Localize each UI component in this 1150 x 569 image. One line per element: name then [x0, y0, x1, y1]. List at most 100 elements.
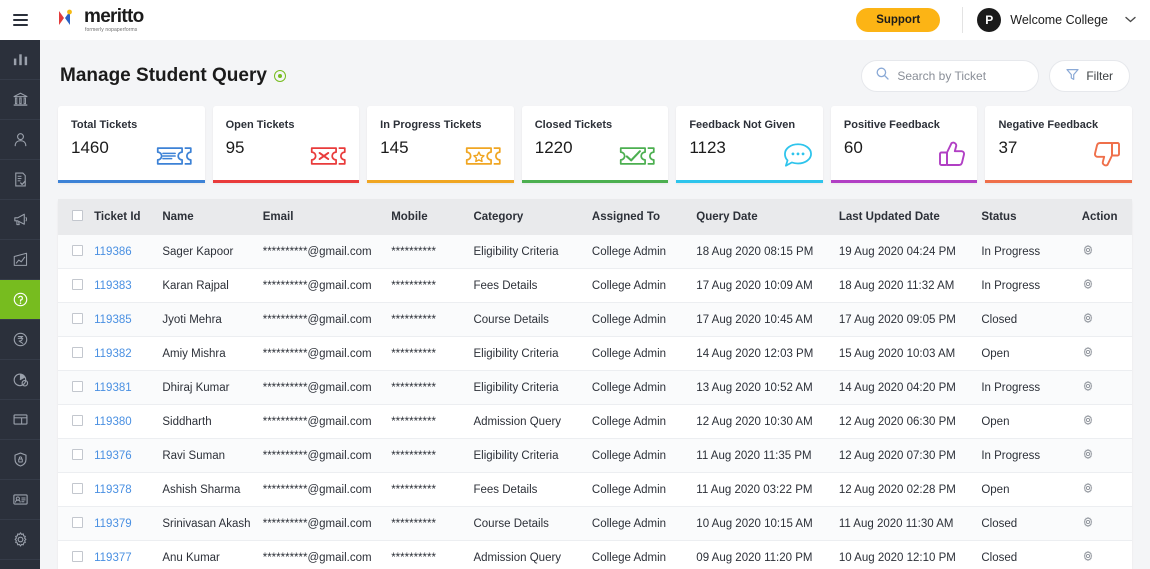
row-settings-gear-icon[interactable] [1082, 346, 1094, 361]
sidebar-item-analytics[interactable] [0, 240, 40, 280]
column-query-date[interactable]: Query Date [690, 199, 833, 235]
row-checkbox[interactable] [72, 279, 83, 290]
row-select-cell [58, 303, 88, 337]
table-row[interactable]: 119378Ashish Sharma**********@gmail.com*… [58, 473, 1132, 507]
cell-name: Jyoti Mehra [156, 303, 256, 337]
sidebar-item-applications[interactable] [0, 160, 40, 200]
stat-card-label: Positive Feedback [844, 119, 966, 131]
info-circle-icon[interactable] [274, 70, 286, 82]
row-settings-gear-icon[interactable] [1082, 516, 1094, 531]
stat-card[interactable]: Open Tickets95 [213, 106, 360, 183]
ticket-check-icon [619, 143, 659, 174]
row-settings-gear-icon[interactable] [1082, 380, 1094, 395]
cell-last-updated: 19 Aug 2020 04:24 PM [833, 235, 976, 269]
ticket-id-link[interactable]: 119378 [94, 484, 132, 496]
cell-email: **********@gmail.com [257, 337, 385, 371]
ticket-id-link[interactable]: 119381 [94, 382, 132, 394]
column-ticket-id[interactable]: Ticket Id [88, 199, 156, 235]
person-icon [12, 131, 29, 148]
stat-card[interactable]: Positive Feedback60 [831, 106, 978, 183]
ticket-id-link[interactable]: 119379 [94, 518, 132, 530]
row-checkbox[interactable] [72, 517, 83, 528]
sidebar-item-finance[interactable] [0, 320, 40, 360]
column-assigned-to[interactable]: Assigned To [586, 199, 690, 235]
sidebar-item-settings[interactable] [0, 520, 40, 560]
row-checkbox[interactable] [72, 381, 83, 392]
select-all-checkbox[interactable] [72, 210, 83, 221]
table-row[interactable]: 119385Jyoti Mehra**********@gmail.com***… [58, 303, 1132, 337]
cell-email: **********@gmail.com [257, 439, 385, 473]
row-checkbox[interactable] [72, 449, 83, 460]
meritto-logo[interactable]: meritto formerly nopaperforms [58, 7, 144, 33]
ticket-id-link[interactable]: 119383 [94, 280, 132, 292]
id-card-icon [12, 491, 29, 508]
rupee-circle-icon [12, 331, 29, 348]
ticket-id-link[interactable]: 119377 [94, 552, 132, 564]
stat-card[interactable]: Feedback Not Given1123 [676, 106, 823, 183]
cell-ticket-id: 119385 [88, 303, 156, 337]
row-checkbox[interactable] [72, 483, 83, 494]
row-settings-gear-icon[interactable] [1082, 414, 1094, 429]
ticket-id-link[interactable]: 119382 [94, 348, 132, 360]
cell-last-updated: 11 Aug 2020 11:30 AM [833, 507, 976, 541]
table-row[interactable]: 119377Anu Kumar**********@gmail.com*****… [58, 541, 1132, 569]
cell-action [1076, 541, 1132, 569]
ticket-list-icon [156, 143, 196, 174]
row-settings-gear-icon[interactable] [1082, 448, 1094, 463]
table-row[interactable]: 119379Srinivasan Akash**********@gmail.c… [58, 507, 1132, 541]
sidebar-item-queries[interactable] [0, 280, 40, 320]
table-row[interactable]: 119380Siddharth**********@gmail.com*****… [58, 405, 1132, 439]
stat-card[interactable]: Closed Tickets1220 [522, 106, 669, 183]
page-title: Manage Student Query [60, 65, 267, 87]
sidebar-item-reports[interactable] [0, 360, 40, 400]
search-input[interactable] [897, 69, 1024, 83]
row-checkbox[interactable] [72, 347, 83, 358]
row-checkbox[interactable] [72, 551, 83, 562]
ticket-id-link[interactable]: 119376 [94, 450, 132, 462]
column-category[interactable]: Category [467, 199, 585, 235]
cell-mobile: ********** [385, 507, 467, 541]
stat-card[interactable]: Total Tickets1460 [58, 106, 205, 183]
user-menu[interactable]: P Welcome College [977, 8, 1136, 32]
row-settings-gear-icon[interactable] [1082, 244, 1094, 259]
cell-ticket-id: 119383 [88, 269, 156, 303]
sidebar-item-forms[interactable] [0, 400, 40, 440]
sidebar-item-profiles[interactable] [0, 480, 40, 520]
hamburger-icon[interactable] [13, 14, 28, 26]
support-button[interactable]: Support [856, 8, 940, 32]
chevron-down-icon[interactable] [1125, 14, 1136, 26]
row-settings-gear-icon[interactable] [1082, 482, 1094, 497]
filter-button[interactable]: Filter [1049, 60, 1130, 92]
queries-table: Ticket Id Name Email Mobile Category Ass… [58, 199, 1132, 569]
row-checkbox[interactable] [72, 415, 83, 426]
table-row[interactable]: 119386Sager Kapoor**********@gmail.com**… [58, 235, 1132, 269]
table-row[interactable]: 119383Karan Rajpal**********@gmail.com**… [58, 269, 1132, 303]
search-box[interactable] [861, 60, 1039, 92]
column-status[interactable]: Status [975, 199, 1075, 235]
row-checkbox[interactable] [72, 313, 83, 324]
column-mobile[interactable]: Mobile [385, 199, 467, 235]
column-email[interactable]: Email [257, 199, 385, 235]
sidebar-item-dashboard[interactable] [0, 40, 40, 80]
stat-card[interactable]: In Progress Tickets145 [367, 106, 514, 183]
table-row[interactable]: 119381Dhiraj Kumar**********@gmail.com**… [58, 371, 1132, 405]
ticket-id-link[interactable]: 119380 [94, 416, 132, 428]
row-settings-gear-icon[interactable] [1082, 278, 1094, 293]
column-name[interactable]: Name [156, 199, 256, 235]
ticket-id-link[interactable]: 119386 [94, 246, 132, 258]
cell-action [1076, 473, 1132, 507]
sidebar-item-campaigns[interactable] [0, 200, 40, 240]
sidebar-item-students[interactable] [0, 120, 40, 160]
table-row[interactable]: 119382Amiy Mishra**********@gmail.com***… [58, 337, 1132, 371]
column-last-updated[interactable]: Last Updated Date [833, 199, 976, 235]
sidebar-item-institution[interactable] [0, 80, 40, 120]
row-settings-gear-icon[interactable] [1082, 312, 1094, 327]
ticket-id-link[interactable]: 119385 [94, 314, 132, 326]
row-settings-gear-icon[interactable] [1082, 550, 1094, 565]
sidebar-item-security[interactable] [0, 440, 40, 480]
table-row[interactable]: 119376Ravi Suman**********@gmail.com****… [58, 439, 1132, 473]
cell-status: Open [975, 473, 1075, 507]
row-checkbox[interactable] [72, 245, 83, 256]
stat-card[interactable]: Negative Feedback37 [985, 106, 1132, 183]
cell-assigned-to: College Admin [586, 303, 690, 337]
